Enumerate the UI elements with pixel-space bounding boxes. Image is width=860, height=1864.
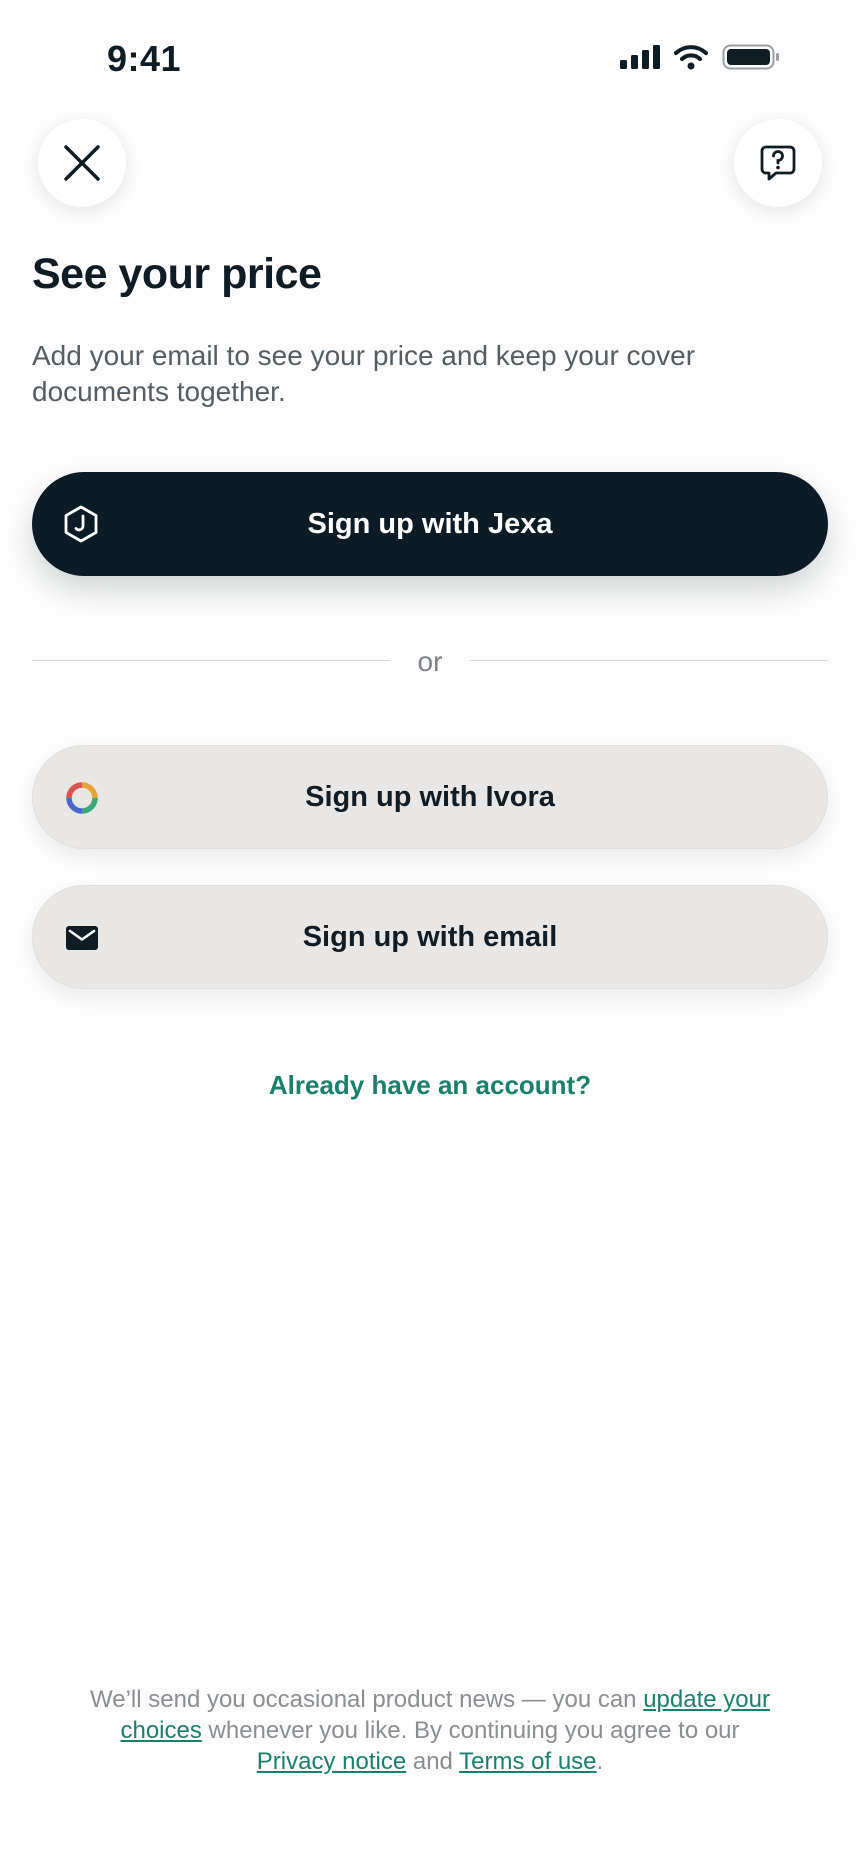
help-chat-icon: [760, 145, 796, 181]
sign-up-jexa-label: Sign up with Jexa: [307, 507, 553, 540]
sign-up-ivora-button[interactable]: Sign up with Ivora: [32, 745, 828, 849]
page-subtitle: Add your email to see your price and kee…: [32, 340, 696, 407]
status-time: 9:41: [107, 38, 182, 79]
cellular-signal-icon: [620, 45, 660, 69]
sign-up-jexa-button[interactable]: Sign up with Jexa: [32, 472, 828, 576]
sign-up-email-button[interactable]: Sign up with email: [32, 885, 828, 989]
envelope-icon: [64, 920, 100, 956]
close-icon: [64, 145, 100, 181]
privacy-notice-link[interactable]: Privacy notice: [257, 1748, 406, 1775]
footer-legal-text: We’ll send you occasional product news —…: [90, 1684, 770, 1777]
page-title: See your price: [32, 250, 322, 298]
divider-or-text: or: [417, 646, 443, 677]
ivora-logo-icon: [64, 780, 100, 816]
footer-text-part: We’ll send you occasional product news —…: [90, 1686, 644, 1713]
status-bar: 9:41: [0, 0, 860, 120]
sign-up-email-label: Sign up with email: [302, 920, 558, 953]
wifi-icon: [674, 45, 708, 70]
close-button[interactable]: [38, 119, 126, 207]
divider-line-left: [32, 660, 390, 661]
terms-of-use-link[interactable]: Terms of use: [459, 1748, 596, 1775]
footer-text-part: whenever you like. By continuing you agr…: [201, 1717, 740, 1744]
status-icons: [620, 44, 780, 70]
footer-text-part: and: [406, 1748, 460, 1775]
already-have-account-link[interactable]: Already have an account?: [0, 1070, 860, 1101]
sign-up-ivora-label: Sign up with Ivora: [305, 780, 555, 813]
battery-icon: [722, 44, 779, 70]
footer-text-part: .: [596, 1748, 604, 1775]
jexa-logo-icon: [63, 505, 99, 543]
divider-line-right: [470, 660, 828, 661]
help-button[interactable]: [734, 119, 822, 207]
